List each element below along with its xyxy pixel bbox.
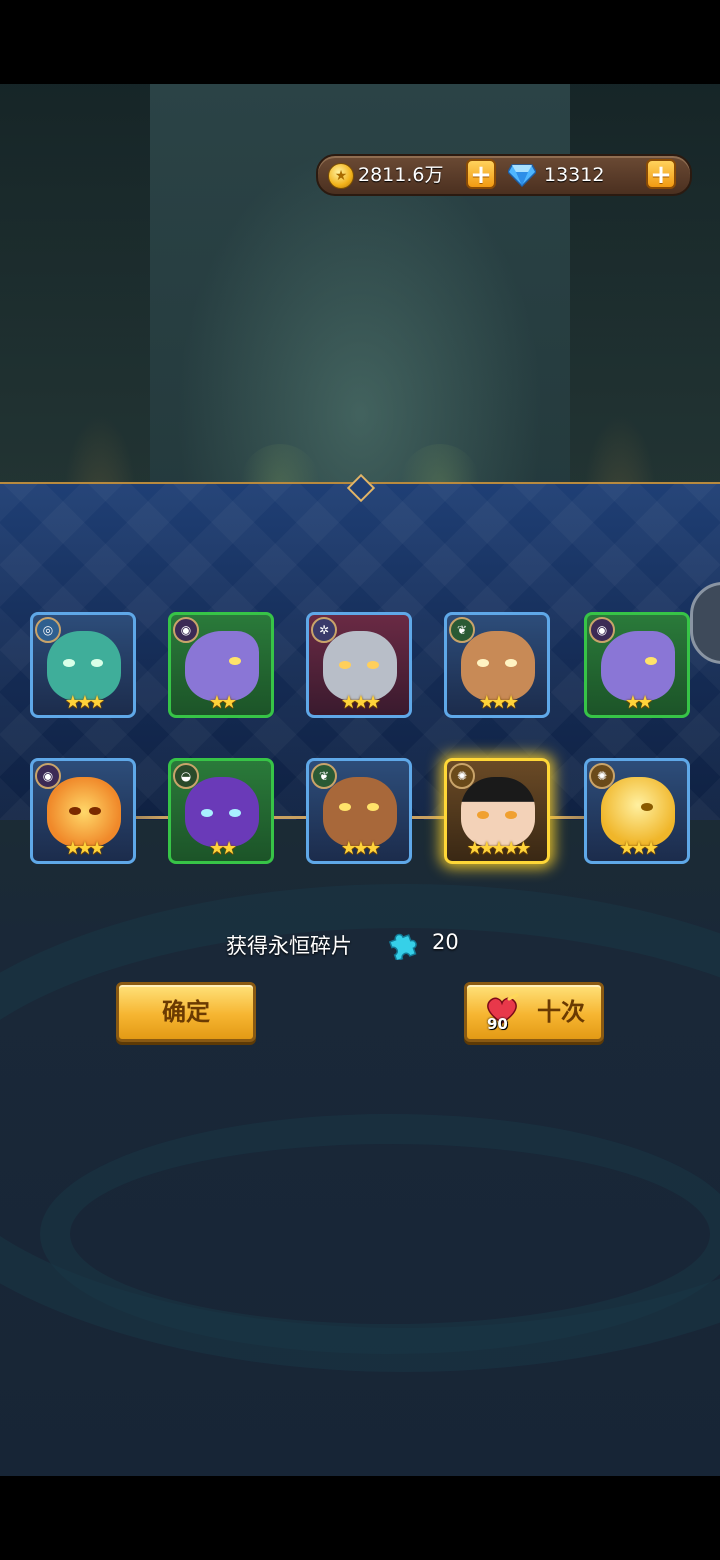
reward-label: 获得永恒碎片: [226, 934, 352, 958]
hero-portrait: [47, 631, 121, 701]
hero-card-2[interactable]: ◉ ★★: [168, 612, 274, 718]
light-icon: ◎: [35, 617, 61, 643]
void-icon: ✲: [311, 617, 337, 643]
star-rating: ★★★: [478, 692, 519, 713]
earth-icon: ◒: [173, 763, 199, 789]
dark-icon: ◉: [35, 763, 61, 789]
hero-portrait: [461, 777, 535, 847]
hero-portrait: [323, 631, 397, 701]
hero-card-1[interactable]: ◎ ★★★: [30, 612, 136, 718]
hero-card-10[interactable]: ✺ ★★★: [584, 758, 690, 864]
gold-coin-icon: ★: [328, 163, 354, 189]
reward-amount: 20: [432, 930, 459, 954]
hero-portrait: [601, 631, 675, 701]
hero-card-9[interactable]: ✺ ★★★★★: [444, 758, 550, 864]
hero-portrait: [323, 777, 397, 847]
star-rating: ★★★★★: [466, 838, 532, 859]
hero-portrait: [47, 777, 121, 847]
dark-icon: ◉: [589, 617, 615, 643]
summon-ten-button[interactable]: 90 十次: [464, 982, 604, 1042]
system-bottom-bar: [0, 1476, 720, 1560]
sun-icon: ✺: [589, 763, 615, 789]
sun-icon: ✺: [449, 763, 475, 789]
hero-portrait: [185, 777, 259, 847]
hero-portrait: [185, 631, 259, 701]
hero-card-7[interactable]: ◒ ★★: [168, 758, 274, 864]
currency-bar: ★ 2811.6万 + 13312 +: [316, 154, 692, 196]
gold-amount: 2811.6万: [358, 164, 444, 186]
nature-icon: ❦: [311, 763, 337, 789]
hero-card-6[interactable]: ◉ ★★★: [30, 758, 136, 864]
hero-card-5[interactable]: ◉ ★★: [584, 612, 690, 718]
star-rating: ★★★: [340, 692, 381, 713]
ten-cost: 90: [487, 1015, 508, 1033]
hero-card-3[interactable]: ✲ ★★★: [306, 612, 412, 718]
hero-portrait: [601, 777, 675, 847]
floor-ring-inner: [40, 1114, 720, 1354]
dark-icon: ◉: [173, 617, 199, 643]
gem-amount: 13312: [544, 164, 605, 186]
confirm-button[interactable]: 确定: [116, 982, 256, 1042]
hero-card-8[interactable]: ❦ ★★★: [306, 758, 412, 864]
star-rating: ★★★: [64, 838, 105, 859]
star-rating: ★★★: [618, 838, 659, 859]
star-rating: ★★: [208, 692, 237, 713]
add-gem-button[interactable]: +: [646, 159, 676, 189]
star-rating: ★★: [208, 838, 237, 859]
confirm-label: 确定: [162, 998, 210, 1026]
star-rating: ★★★: [340, 838, 381, 859]
star-rating: ★★★: [64, 692, 105, 713]
add-gold-button[interactable]: +: [466, 159, 496, 189]
summon-ten-label: 十次: [537, 998, 585, 1026]
nature-icon: ❦: [449, 617, 475, 643]
hero-portrait: [461, 631, 535, 701]
puzzle-piece-icon: [388, 933, 417, 960]
hero-card-4[interactable]: ❦ ★★★: [444, 612, 550, 718]
diamond-icon: [508, 164, 536, 187]
system-top-bar: [0, 0, 720, 84]
star-rating: ★★: [624, 692, 653, 713]
